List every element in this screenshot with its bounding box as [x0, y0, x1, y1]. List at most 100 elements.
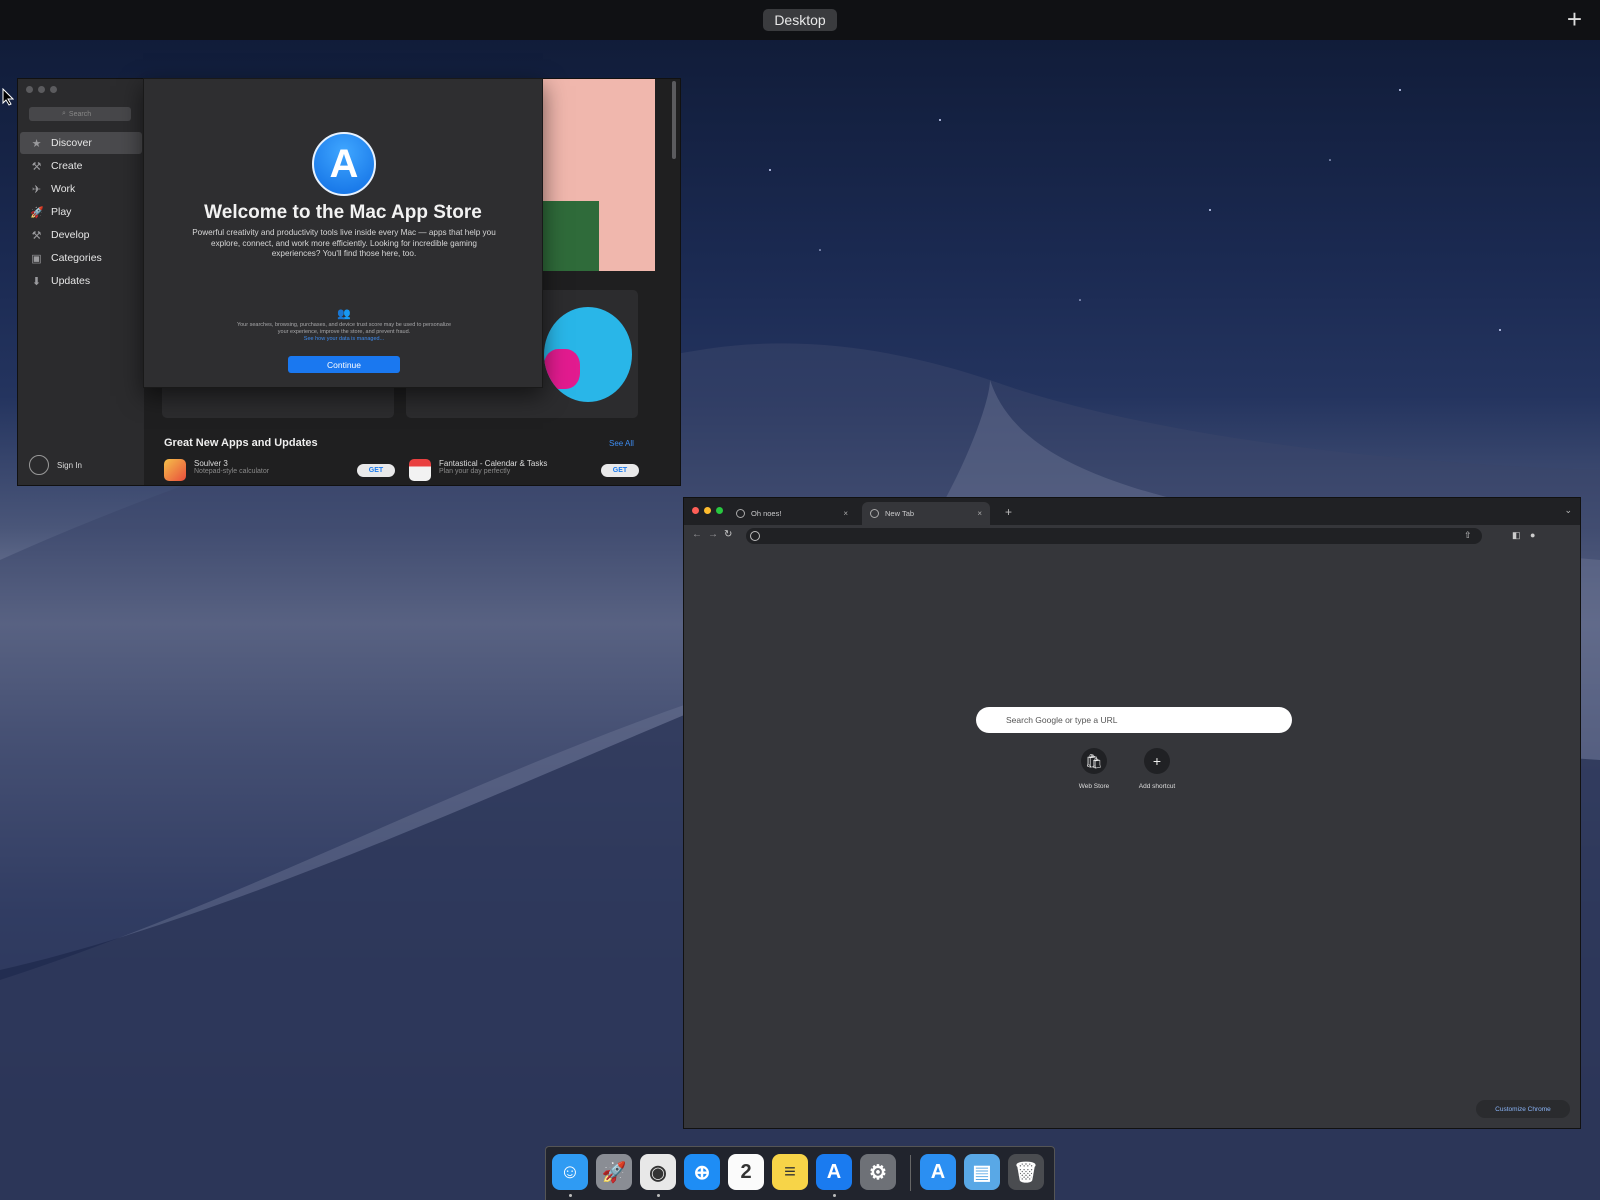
app-list-item[interactable]: Soulver 3 Notepad-style calculator — [164, 459, 269, 481]
system-preferences-icon[interactable]: ⚙ — [860, 1154, 896, 1190]
featured-illustration — [544, 307, 632, 402]
chrome-favicon-icon — [870, 509, 879, 518]
running-indicator — [657, 1194, 660, 1197]
window-controls[interactable] — [692, 507, 723, 514]
continue-button[interactable]: Continue — [288, 356, 400, 373]
shortcut-label: Add shortcut — [1138, 783, 1176, 790]
sidebar-item-label: Updates — [51, 275, 91, 287]
sidebar-item-label: Play — [51, 206, 72, 218]
calendar-icon[interactable]: 2 — [728, 1154, 764, 1190]
close-tab-icon[interactable]: × — [843, 509, 848, 518]
welcome-body: Powerful creativity and productivity too… — [192, 228, 496, 258]
app-store-icon[interactable]: A — [816, 1154, 852, 1190]
shortcut-label: Web Store — [1078, 783, 1110, 790]
plus-icon: + — [1144, 748, 1170, 774]
safari-icon[interactable]: ⊕ — [684, 1154, 720, 1190]
web-store-icon: 🛍 — [1081, 748, 1107, 774]
app-store-sidebar: ⌕ Search ★ Discover ⚒ Create ✈ Work 🚀 Play ⚒ D… — [18, 79, 144, 485]
window-controls[interactable] — [26, 86, 57, 93]
tab-favicon-icon — [736, 509, 745, 518]
tab-new-tab[interactable]: New Tab × — [862, 502, 990, 525]
tab-oh-noes[interactable]: Oh noes! × — [728, 502, 856, 525]
sidebar-item-create[interactable]: ⚒ Create — [20, 155, 142, 177]
sidebar-item-discover[interactable]: ★ Discover — [20, 132, 142, 154]
privacy-people-icon: 👥 — [337, 308, 351, 320]
sidebar-item-label: Categories — [51, 252, 102, 264]
zoom-button[interactable] — [716, 507, 723, 514]
tab-search-chevron-icon[interactable]: ⌄ — [1564, 505, 1572, 516]
customize-chrome-button[interactable]: Customize Chrome — [1476, 1100, 1570, 1118]
sign-in-button[interactable]: Sign In — [29, 455, 82, 475]
paper-plane-icon: ✈ — [31, 183, 42, 196]
close-button[interactable] — [692, 507, 699, 514]
mission-control-bar: Desktop + — [0, 0, 1600, 40]
profile-icon[interactable]: ● — [1530, 530, 1535, 540]
minimize-button[interactable] — [38, 86, 45, 93]
downloads-folder-icon[interactable]: ▤ — [964, 1154, 1000, 1190]
sidebar-item-label: Work — [51, 183, 76, 195]
welcome-sheet: A Welcome to the Mac App Store Powerful … — [143, 78, 543, 388]
sidebar-item-label: Discover — [51, 137, 92, 149]
chrome-window[interactable]: Oh noes! × New Tab × + ⌄ ← → ↻ ⇧ ◧ ● Sea… — [683, 497, 1581, 1129]
chrome-icon[interactable]: ◉ — [640, 1154, 676, 1190]
sidebar-item-updates[interactable]: ⬇ Updates — [20, 270, 142, 292]
dock: ☺ 🚀 ◉ ⊕ 2 ≡ A ⚙ A ▤ 🗑 — [545, 1146, 1055, 1200]
updates-icon: ⬇ — [31, 275, 42, 288]
get-button[interactable]: GET — [357, 464, 395, 477]
finder-icon[interactable]: ☺ — [552, 1154, 588, 1190]
mouse-cursor-icon — [2, 88, 14, 106]
new-tab-button[interactable]: + — [1005, 505, 1012, 519]
reload-icon[interactable]: ↻ — [724, 529, 732, 540]
sidebar-item-play[interactable]: 🚀 Play — [20, 201, 142, 223]
avatar-icon — [29, 455, 49, 475]
sidebar-item-categories[interactable]: ▣ Categories — [20, 247, 142, 269]
share-icon[interactable]: ⇧ — [1464, 530, 1472, 541]
address-bar[interactable]: ⇧ — [746, 528, 1482, 544]
close-tab-icon[interactable]: × — [977, 509, 982, 518]
sign-in-label: Sign In — [57, 460, 82, 470]
zoom-button[interactable] — [50, 86, 57, 93]
app-store-folder-icon[interactable]: A — [920, 1154, 956, 1190]
scrollbar[interactable] — [672, 81, 676, 159]
sidebar-item-label: Create — [51, 160, 83, 172]
chrome-toolbar: ← → ↻ ⇧ ◧ ● — [684, 525, 1580, 547]
close-button[interactable] — [26, 86, 33, 93]
app-store-search-field[interactable]: ⌕ Search — [29, 107, 131, 121]
app-store-logo-icon: A — [312, 132, 376, 196]
rocket-icon: 🚀 — [30, 206, 44, 219]
tab-title: New Tab — [885, 509, 915, 518]
shortcut-web-store[interactable]: 🛍 Web Store — [1064, 748, 1124, 790]
desktop-space-button[interactable]: Desktop — [763, 9, 837, 31]
tab-strip: Oh noes! × New Tab × + ⌄ — [684, 498, 1580, 525]
search-input[interactable]: Search Google or type a URL — [976, 707, 1292, 733]
welcome-title: Welcome to the Mac App Store — [204, 202, 482, 223]
sidebar-item-develop[interactable]: ⚒ Develop — [20, 224, 142, 246]
back-arrow-icon[interactable]: ← — [692, 529, 702, 540]
search-icon: ⌕ — [62, 110, 66, 117]
app-subtitle: Notepad-style calculator — [194, 468, 270, 475]
minimize-button[interactable] — [704, 507, 711, 514]
categories-icon: ▣ — [31, 252, 42, 265]
sidebar-item-work[interactable]: ✈ Work — [20, 178, 142, 200]
star-icon: ★ — [31, 137, 42, 150]
app-name: Fantastical - Calendar & Tasks — [439, 459, 548, 468]
add-space-button[interactable]: + — [1567, 6, 1582, 32]
see-all-link[interactable]: See All — [609, 439, 634, 448]
app-list-item[interactable]: Fantastical - Calendar & Tasks Plan your … — [409, 459, 547, 481]
notes-icon[interactable]: ≡ — [772, 1154, 808, 1190]
privacy-link[interactable]: See how your data is managed... — [234, 336, 454, 343]
get-button[interactable]: GET — [601, 464, 639, 477]
trash-icon[interactable]: 🗑 — [1008, 1154, 1044, 1190]
sidebar-item-label: Develop — [51, 229, 90, 241]
hammer-icon: ⚒ — [31, 160, 42, 173]
hammer-icon: ⚒ — [31, 229, 42, 242]
running-indicator — [833, 1194, 836, 1197]
forward-arrow-icon[interactable]: → — [708, 529, 718, 540]
add-shortcut-button[interactable]: + Add shortcut — [1127, 748, 1187, 790]
privacy-text: Your searches, browsing, purchases, and … — [236, 322, 452, 335]
launchpad-icon[interactable]: 🚀 — [596, 1154, 632, 1190]
dock-separator — [910, 1155, 911, 1191]
tab-title: Oh noes! — [751, 509, 782, 518]
featured-artwork[interactable] — [539, 79, 655, 271]
side-panel-icon[interactable]: ◧ — [1512, 530, 1521, 541]
